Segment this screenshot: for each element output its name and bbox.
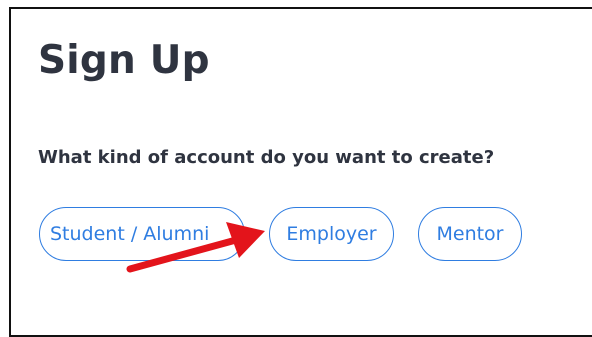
student-alumni-button[interactable]: Student / Alumni	[39, 207, 245, 261]
employer-button[interactable]: Employer	[269, 207, 394, 261]
account-type-question: What kind of account do you want to crea…	[38, 147, 495, 168]
mentor-button[interactable]: Mentor	[418, 207, 522, 261]
page-title: Sign Up	[38, 38, 210, 83]
